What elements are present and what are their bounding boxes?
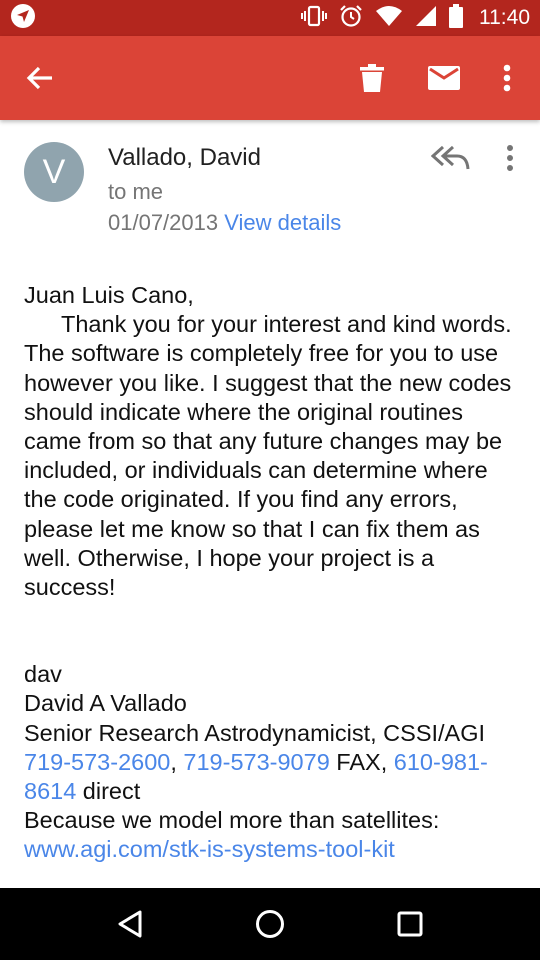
email-header: V Vallado, David to me 01/07/2013 View d… bbox=[0, 120, 540, 270]
email-body: Juan Luis Cano, Thank you for your inter… bbox=[24, 281, 524, 865]
phone-link-main[interactable]: 719-573-2600 bbox=[24, 749, 170, 775]
signal-icon bbox=[415, 5, 437, 32]
back-triangle-icon[interactable] bbox=[95, 894, 165, 954]
vibrate-icon bbox=[301, 5, 327, 32]
mail-icon[interactable] bbox=[418, 52, 470, 104]
signature-url-link[interactable]: www.agi.com/stk-is-systems-tool-kit bbox=[24, 835, 524, 864]
signature-short: dav bbox=[24, 661, 62, 688]
navigation-icon bbox=[10, 3, 36, 34]
wifi-icon bbox=[375, 5, 403, 32]
signature-title: Senior Research Astrodynamicist, CSSI/AG… bbox=[24, 719, 486, 746]
status-bar: 11:40 bbox=[0, 0, 540, 36]
recents-square-icon[interactable] bbox=[375, 894, 445, 954]
body-paragraph: Thank you for your interest and kind wor… bbox=[24, 311, 512, 601]
signature-tagline: Because we model more than satellites: bbox=[24, 807, 440, 834]
avatar[interactable]: V bbox=[24, 142, 84, 202]
email-date: 01/07/2013 bbox=[108, 210, 219, 235]
app-bar bbox=[0, 36, 540, 120]
trash-icon[interactable] bbox=[346, 52, 398, 104]
alarm-icon bbox=[339, 4, 363, 33]
battery-icon bbox=[449, 3, 463, 33]
back-arrow-icon[interactable] bbox=[14, 52, 66, 104]
view-details-link[interactable]: View details bbox=[224, 210, 341, 235]
recipient-line: to me bbox=[108, 179, 164, 204]
status-time: 11:40 bbox=[479, 6, 530, 29]
message-more-icon[interactable] bbox=[492, 136, 528, 180]
system-nav-bar bbox=[0, 888, 540, 960]
phone-link-fax[interactable]: 719-573-9079 bbox=[183, 749, 329, 775]
reply-all-icon[interactable] bbox=[428, 138, 474, 178]
greeting: Juan Luis Cano, bbox=[24, 282, 194, 308]
more-vert-icon[interactable] bbox=[481, 52, 533, 104]
signature-name: David A Vallado bbox=[24, 690, 187, 717]
home-circle-icon[interactable] bbox=[235, 894, 305, 954]
signature-phones: 719-573-2600, 719-573-9079 FAX, 610-981-… bbox=[24, 748, 488, 805]
sender-name[interactable]: Vallado, David bbox=[108, 144, 261, 172]
date-line: 01/07/2013 View details bbox=[108, 210, 341, 236]
